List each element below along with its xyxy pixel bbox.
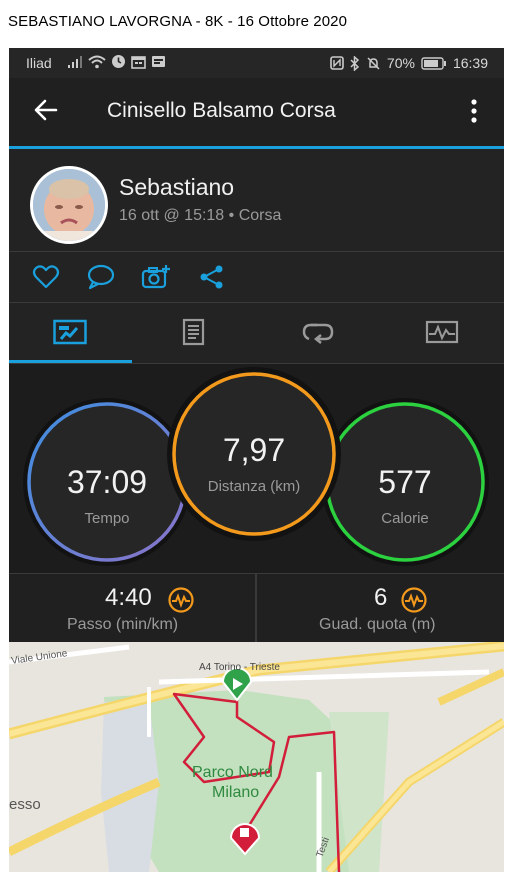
stats-icon [53, 319, 87, 345]
elevation-label: Guad. quota (m) [319, 616, 436, 633]
battery-percent: 70% [386, 55, 415, 71]
map-label-left: esso [9, 796, 41, 813]
calendar-icon [131, 55, 146, 69]
stats-panel: 37:09 Tempo 7,97 Distanza (km) 577 Calor… [9, 364, 504, 573]
activity-meta: 16 ott @ 15:18 • Corsa [119, 207, 282, 224]
more-vertical-icon[interactable] [469, 98, 479, 124]
activity-title: Cinisello Balsamo Corsa [107, 99, 336, 122]
map-label-highway: A4 Torino - Trieste [199, 662, 280, 673]
screenshot-caption: SEBASTIANO LAVORGNA - 8K - 16 Ottobre 20… [8, 13, 348, 30]
pace-metric[interactable]: 4:40 Passo (min/km) [9, 574, 255, 642]
pace-value: 4:40 [105, 584, 152, 611]
map-label-park: Parco Nord [192, 764, 273, 781]
elevation-metric[interactable]: 6 Guad. quota (m) [257, 574, 504, 642]
message-icon [152, 56, 165, 67]
chart-icon [425, 320, 459, 344]
time-label: Tempo [84, 510, 130, 527]
elevation-chart-icon [401, 587, 427, 613]
map-label-city: Milano [212, 784, 260, 801]
bluetooth-icon [350, 55, 360, 71]
heart-icon[interactable] [31, 263, 61, 291]
tab-charts[interactable] [381, 303, 504, 363]
calories-value: 577 [378, 464, 432, 500]
action-bar [9, 252, 504, 302]
signal-icon [68, 55, 82, 68]
calories-label: Calorie [381, 510, 429, 527]
add-photo-icon[interactable] [141, 263, 171, 291]
pace-label: Passo (min/km) [67, 616, 179, 633]
status-bar: Iliad 70% 16:39 [9, 48, 504, 78]
pace-chart-icon [168, 587, 194, 613]
tab-laps[interactable] [257, 303, 380, 363]
clock: 16:39 [452, 55, 488, 71]
alarm-icon [112, 55, 125, 68]
tab-stats[interactable] [9, 303, 132, 363]
metrics-row: 4:40 Passo (min/km) 6 Guad. quota (m) [9, 573, 504, 642]
avatar[interactable] [30, 166, 108, 244]
distance-value: 7,97 [222, 432, 286, 468]
time-value: 37:09 [66, 464, 148, 500]
details-icon [182, 318, 205, 346]
carrier-name: Iliad [26, 55, 52, 71]
tab-details[interactable] [133, 303, 256, 363]
tab-bar [9, 303, 504, 363]
route-map[interactable]: Viale Unione A4 Torino - Trieste Parco N… [9, 642, 504, 872]
avatar-image [33, 169, 105, 241]
elevation-value: 6 [374, 584, 388, 611]
calories-stat: 577 Calorie [327, 404, 483, 560]
arrow-left-icon[interactable] [33, 97, 59, 123]
wifi-icon [88, 55, 106, 68]
comment-icon[interactable] [86, 263, 116, 291]
mute-icon [367, 56, 380, 70]
distance-label: Distanza (km) [207, 478, 301, 495]
app-bar: Cinisello Balsamo Corsa [9, 78, 504, 146]
phone-screen: Iliad 70% 16:39 Cinisello Balsamo Corsa … [9, 48, 504, 872]
time-stat: 37:09 Tempo [29, 404, 185, 560]
user-name[interactable]: Sebastiano [119, 174, 234, 201]
activity-header: Sebastiano 16 ott @ 15:18 • Corsa [9, 149, 504, 251]
laps-icon [302, 323, 334, 344]
share-icon[interactable] [197, 263, 227, 291]
map-graphic [9, 642, 504, 872]
distance-stat: 7,97 Distanza (km) [174, 374, 334, 534]
nfc-icon [330, 56, 344, 70]
battery-icon [421, 56, 446, 70]
